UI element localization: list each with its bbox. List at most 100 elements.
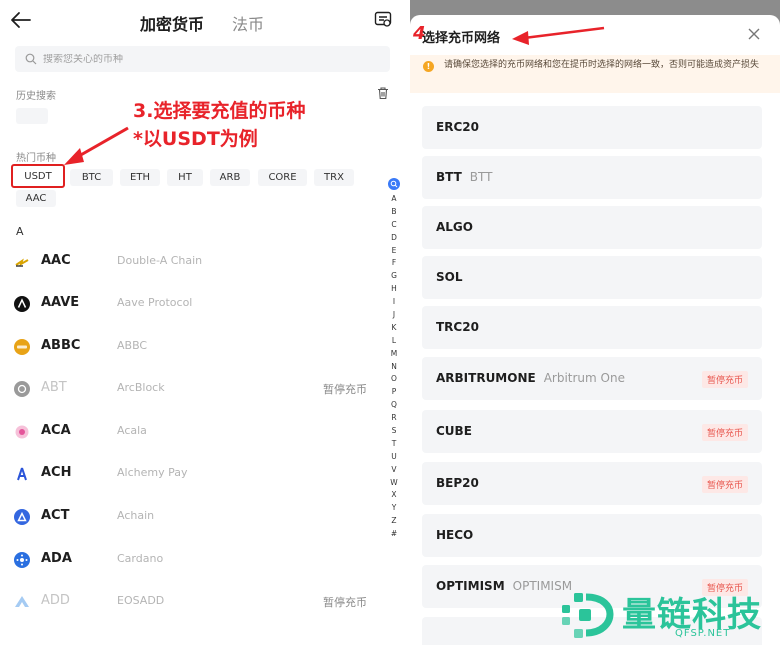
alphabet-letter[interactable]: T bbox=[388, 438, 400, 451]
network-name: OPTIMISM bbox=[436, 579, 505, 593]
coin-select-panel: 加密货币 法币 历史搜索 热门币种 USDT BTC ETH HT ARB CO… bbox=[0, 0, 405, 645]
network-row-trc20[interactable]: TRC20 bbox=[422, 306, 762, 349]
hot-coin-ht[interactable]: HT bbox=[167, 169, 203, 186]
network-name: BTT bbox=[436, 170, 462, 184]
annotation-line-2: *以USDT为例 bbox=[133, 128, 258, 150]
history-search-label: 历史搜索 bbox=[16, 91, 56, 102]
alphabet-letter[interactable]: A bbox=[388, 193, 400, 206]
network-name: ERC20 bbox=[436, 120, 479, 134]
coin-row-aave[interactable]: AAVE Aave Protocol bbox=[0, 282, 385, 324]
coin-fullname: EOSADD bbox=[117, 594, 165, 607]
coin-row-ach[interactable]: ACH Alchemy Pay bbox=[0, 452, 385, 494]
aave-coin-icon bbox=[14, 296, 30, 312]
hot-coins-label: 热门币种 bbox=[16, 153, 56, 164]
coin-row-abt[interactable]: ABT ArcBlock 暂停充币 bbox=[0, 367, 385, 409]
alphabet-letter[interactable]: # bbox=[388, 528, 400, 541]
hot-coin-btc[interactable]: BTC bbox=[70, 169, 113, 186]
alphabet-letter[interactable]: C bbox=[388, 219, 400, 232]
alphabet-letter[interactable]: R bbox=[388, 412, 400, 425]
coin-symbol: AAC bbox=[41, 253, 71, 268]
ada-coin-icon bbox=[14, 552, 30, 568]
tab-fiat[interactable]: 法币 bbox=[232, 11, 264, 35]
index-magnifier-icon bbox=[390, 180, 398, 188]
network-row-arbitrumone[interactable]: ARBITRUMONE Arbitrum One 暂停充币 bbox=[422, 357, 762, 400]
coin-fullname: ABBC bbox=[117, 339, 148, 352]
close-icon[interactable] bbox=[747, 27, 761, 41]
alphabet-letter[interactable]: L bbox=[388, 335, 400, 348]
coin-symbol: ADD bbox=[41, 593, 70, 608]
coin-row-aca[interactable]: ACA Acala bbox=[0, 410, 385, 452]
alphabet-letter[interactable]: E bbox=[388, 245, 400, 258]
tab-crypto[interactable]: 加密货币 bbox=[140, 11, 204, 35]
alphabet-letter[interactable]: N bbox=[388, 361, 400, 374]
index-search-icon[interactable] bbox=[388, 178, 400, 190]
alphabet-letter[interactable]: G bbox=[388, 270, 400, 283]
hot-coin-eth[interactable]: ETH bbox=[120, 169, 160, 186]
alphabet-letter[interactable]: V bbox=[388, 464, 400, 477]
network-row-erc20[interactable]: ERC20 bbox=[422, 106, 762, 149]
search-input[interactable] bbox=[43, 53, 363, 65]
alphabet-letter[interactable]: B bbox=[388, 206, 400, 219]
warning-text: 请确保您选择的充币网络和您在提币时选择的网络一致，否则可能造成资产损失 bbox=[444, 60, 760, 70]
section-letter: A bbox=[16, 225, 24, 238]
network-row-btt[interactable]: BTT BTT bbox=[422, 156, 762, 199]
hot-coin-trx[interactable]: TRX bbox=[314, 169, 354, 186]
alphabet-letter[interactable]: D bbox=[388, 232, 400, 245]
hot-coin-aac[interactable]: AAC bbox=[16, 190, 56, 207]
coin-status: 暂停充币 bbox=[323, 596, 367, 609]
coin-row-ada[interactable]: ADA Cardano bbox=[0, 538, 385, 580]
alphabet-letter[interactable]: W bbox=[388, 477, 400, 490]
network-sub: BTT bbox=[469, 170, 493, 184]
network-row-algo[interactable]: ALGO bbox=[422, 206, 762, 249]
search-bar[interactable] bbox=[15, 46, 390, 72]
coin-symbol: ABBC bbox=[41, 338, 81, 353]
coin-fullname: ArcBlock bbox=[117, 381, 165, 394]
network-row-sol[interactable]: SOL bbox=[422, 256, 762, 299]
network-select-overlay: 4 选择充币网络 ! 请确保您选择的充币网络和您在提币时选择的网络一致，否则可能… bbox=[410, 0, 780, 645]
alphabet-letter[interactable]: O bbox=[388, 373, 400, 386]
aac-coin-icon bbox=[15, 258, 29, 267]
coin-row-act[interactable]: ACT Achain bbox=[0, 495, 385, 537]
network-sub: Arbitrum One bbox=[543, 371, 625, 385]
coin-symbol: ACA bbox=[41, 423, 71, 438]
alphabet-letter[interactable]: F bbox=[388, 257, 400, 270]
watermark-url: QFSP.NET bbox=[675, 628, 731, 639]
network-row-bep20[interactable]: BEP20 暂停充币 bbox=[422, 462, 762, 505]
alphabet-letter[interactable]: Q bbox=[388, 399, 400, 412]
network-select-sheet: 4 选择充币网络 ! 请确保您选择的充币网络和您在提币时选择的网络一致，否则可能… bbox=[410, 15, 780, 645]
alphabet-letter[interactable]: I bbox=[388, 296, 400, 309]
back-arrow-icon[interactable] bbox=[10, 10, 32, 30]
coin-symbol: ACH bbox=[41, 465, 72, 480]
alphabet-letter[interactable]: Z bbox=[388, 515, 400, 528]
coin-row-abbc[interactable]: ABBC ABBC bbox=[0, 325, 385, 367]
history-chip[interactable] bbox=[16, 108, 48, 124]
coin-row-aac[interactable]: AAC Double-A Chain bbox=[0, 240, 385, 282]
alphabet-letter[interactable]: S bbox=[388, 425, 400, 438]
trash-icon[interactable] bbox=[376, 86, 390, 100]
network-name: ALGO bbox=[436, 220, 473, 234]
alphabet-letters: A B C D E F G H I J K L M N O P Q R S T U V W X Y Z # bbox=[388, 193, 400, 541]
annotation-line-1: 3.选择要充值的币种 bbox=[133, 100, 306, 122]
alphabet-letter[interactable]: P bbox=[388, 386, 400, 399]
alphabet-letter[interactable]: U bbox=[388, 451, 400, 464]
hot-coin-usdt[interactable]: USDT bbox=[11, 164, 65, 188]
alphabet-letter[interactable]: H bbox=[388, 283, 400, 296]
search-icon bbox=[25, 53, 37, 65]
warning-icon: ! bbox=[423, 61, 434, 72]
network-name: ARBITRUMONE bbox=[436, 371, 536, 385]
hot-coin-arb[interactable]: ARB bbox=[210, 169, 250, 186]
alphabet-letter[interactable]: Y bbox=[388, 502, 400, 515]
brand-logo-icon bbox=[562, 593, 614, 638]
hot-coin-core[interactable]: CORE bbox=[258, 169, 307, 186]
coin-row-add[interactable]: ADD EOSADD 暂停充币 bbox=[0, 580, 385, 622]
coin-fullname: Alchemy Pay bbox=[117, 466, 188, 479]
alphabet-letter[interactable]: X bbox=[388, 489, 400, 502]
alphabet-letter[interactable]: M bbox=[388, 348, 400, 361]
step-3-annotation: 3.选择要充值的币种 *以USDT为例 bbox=[133, 97, 305, 153]
alphabet-letter[interactable]: K bbox=[388, 322, 400, 335]
network-row-cube[interactable]: CUBE 暂停充币 bbox=[422, 410, 762, 453]
alphabet-letter[interactable]: J bbox=[388, 309, 400, 322]
alphabet-index[interactable]: A B C D E F G H I J K L M N O P Q R S T U V W X Y Z # bbox=[388, 178, 400, 541]
network-row-heco[interactable]: HECO bbox=[422, 514, 762, 557]
records-icon[interactable] bbox=[374, 10, 392, 28]
